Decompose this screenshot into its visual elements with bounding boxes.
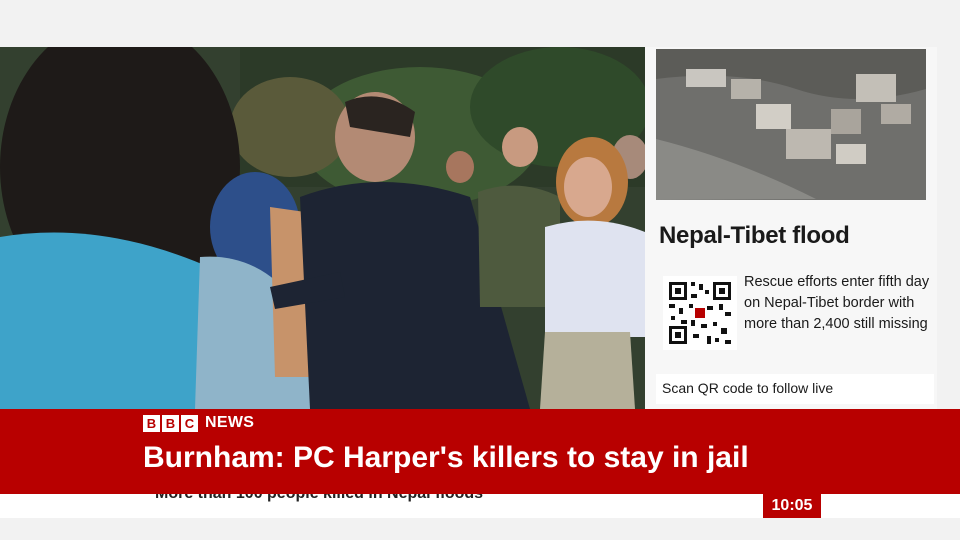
broadcast-screen: Nepal-Tibet flood Rescue efforts enter f… bbox=[0, 0, 960, 540]
main-video-frame bbox=[0, 47, 645, 409]
side-panel: Nepal-Tibet flood Rescue efforts enter f… bbox=[645, 47, 937, 409]
bbc-news-logo: B B C NEWS bbox=[143, 414, 254, 432]
lower-third-banner: B B C NEWS Burnham: PC Harper's killers … bbox=[0, 409, 960, 494]
ticker-text: More than 100 people killed in Nepal flo… bbox=[155, 494, 483, 503]
video-footage bbox=[0, 47, 645, 409]
flood-photo bbox=[656, 49, 926, 200]
bbc-logo-block-c: C bbox=[181, 414, 198, 432]
news-wordmark: NEWS bbox=[205, 414, 255, 431]
bbc-logo-block-b1: B bbox=[143, 414, 160, 432]
scan-qr-text: Scan QR code to follow live bbox=[662, 380, 834, 396]
side-panel-story: Rescue efforts enter fifth day on Nepal-… bbox=[744, 274, 930, 332]
headline: Burnham: PC Harper's killers to stay in … bbox=[143, 441, 749, 474]
side-panel-title: Nepal-Tibet flood bbox=[659, 222, 850, 249]
broadcast-clock: 10:05 bbox=[763, 494, 821, 518]
scan-qr-bar: Scan QR code to follow live bbox=[656, 374, 934, 404]
bbc-logo-block-b2: B bbox=[162, 414, 179, 432]
qr-code-icon bbox=[663, 276, 737, 350]
flood-aerial-image bbox=[656, 49, 926, 200]
